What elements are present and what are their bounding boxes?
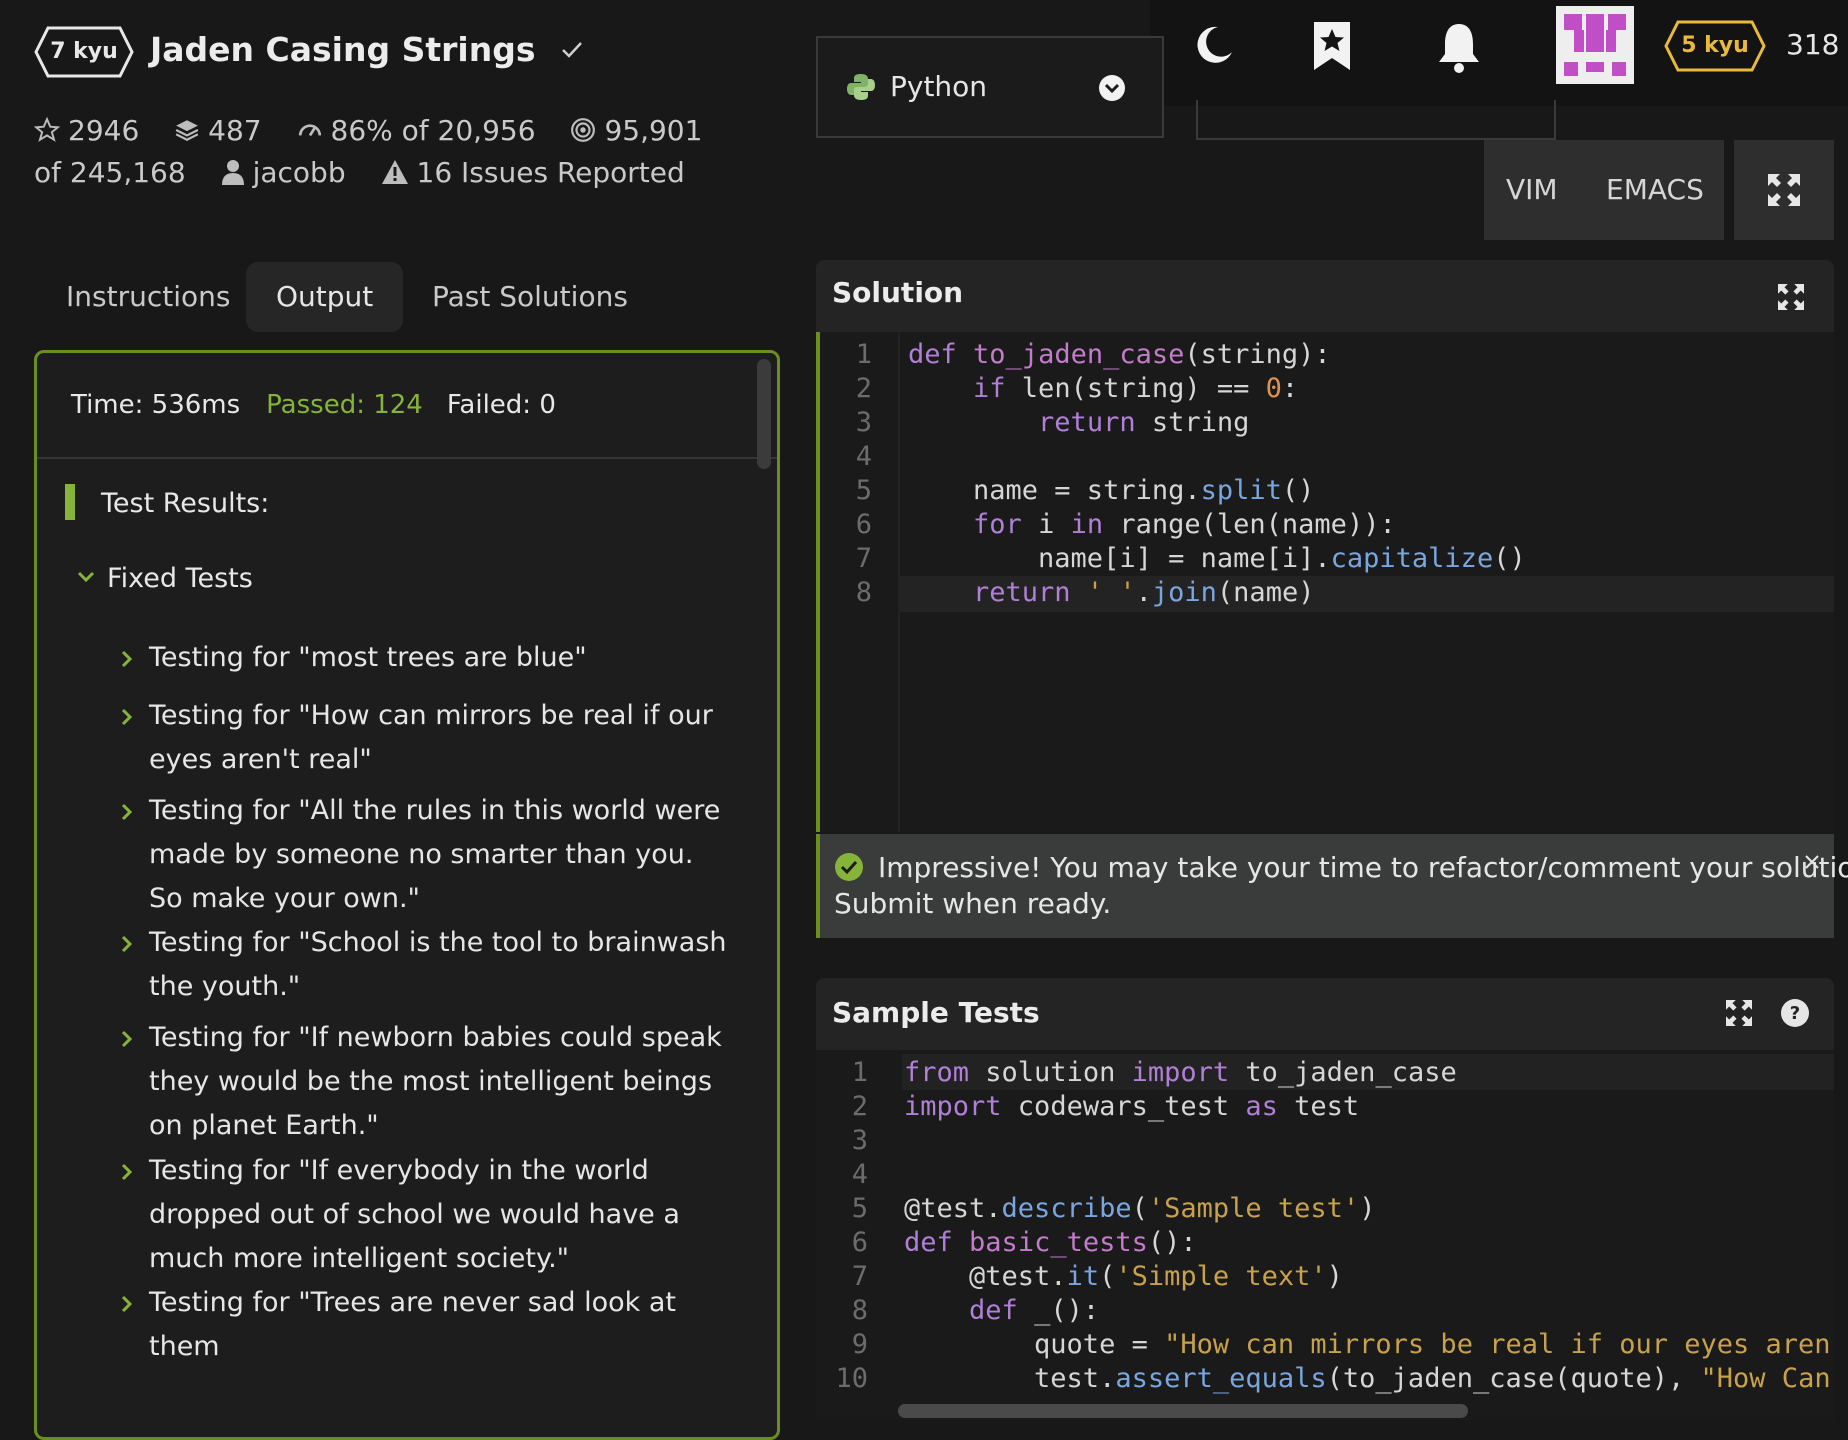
target-icon	[571, 118, 596, 142]
test-item[interactable]: Testing for "If everybody in the world d…	[121, 1149, 729, 1281]
chevron-right-icon	[121, 1030, 133, 1048]
chevron-right-icon	[121, 650, 133, 668]
time-stat: Time: 536ms	[71, 390, 241, 420]
tab-output[interactable]: Output	[246, 262, 404, 332]
user-honor: 318	[1786, 28, 1840, 61]
output-panel: Time: 536ms Passed: 124 Failed: 0 Test Res…	[34, 350, 780, 1440]
test-item[interactable]: Testing for "How can mirrors be real if …	[121, 694, 729, 782]
version-select[interactable]	[1196, 100, 1556, 140]
kata-title[interactable]: Jaden Casing Strings	[150, 30, 583, 69]
gauge-icon	[298, 124, 321, 137]
collections-stat[interactable]: 487	[174, 114, 262, 147]
solution-title: Solution	[832, 276, 964, 309]
svg-text:?: ?	[1790, 1003, 1800, 1024]
chevron-right-icon	[121, 935, 133, 953]
test-summary: Time: 536ms Passed: 124 Failed: 0	[37, 353, 777, 459]
fullscreen-button[interactable]	[1734, 140, 1834, 240]
tab-past-solutions[interactable]: Past Solutions	[402, 262, 658, 332]
failed-stat: Failed: 0	[446, 390, 556, 420]
banner-message-2: Submit when ready.	[834, 887, 1112, 920]
sample-tests-title: Sample Tests	[832, 996, 1040, 1029]
check-icon	[562, 42, 582, 58]
horizontal-scrollbar[interactable]	[898, 1404, 1468, 1418]
chevron-right-icon	[121, 1295, 133, 1313]
banner-message: Impressive! You may take your time to re…	[878, 851, 1848, 884]
emacs-button[interactable]: EMACS	[1606, 140, 1704, 240]
tab-instructions[interactable]: Instructions	[36, 262, 260, 332]
success-banner: Impressive! You may take your time to re…	[816, 834, 1848, 938]
output-scrollbar[interactable]	[757, 359, 771, 469]
chevron-right-icon	[121, 708, 133, 726]
test-results-heading: Test Results:	[64, 484, 269, 520]
test-item[interactable]: Testing for "School is the tool to brain…	[121, 921, 729, 1009]
star-icon	[34, 117, 60, 142]
check-circle-icon	[835, 853, 863, 881]
chevron-down-icon	[77, 571, 95, 583]
user-icon	[221, 160, 244, 185]
fullscreen-icon[interactable]	[1726, 1000, 1752, 1026]
sample-tests-code-viewport: from solution import to_jaden_case impor…	[904, 1050, 1834, 1404]
solution-code[interactable]: def to_jaden_case(string): if len(string…	[908, 338, 1526, 610]
close-icon[interactable]	[1804, 854, 1820, 870]
avatar[interactable]	[1556, 6, 1634, 84]
warning-icon	[381, 160, 408, 184]
moon-icon[interactable]	[1192, 24, 1234, 66]
kata-rank: 7 kyu	[50, 39, 118, 64]
chevron-down-icon	[1099, 75, 1125, 101]
chevron-right-icon	[121, 803, 133, 821]
fullscreen-icon	[1768, 174, 1800, 206]
sample-tests-code[interactable]: from solution import to_jaden_case impor…	[904, 1056, 1834, 1396]
passed-stat: Passed: 124	[266, 390, 423, 420]
satisfaction-stat: 86% of 20,956	[297, 114, 536, 147]
kata-stats: 2946 487 86% of 20,956 95,901 of 245,168…	[34, 110, 734, 194]
test-item[interactable]: Testing for "If newborn babies could spe…	[121, 1016, 729, 1148]
language-value: Python	[890, 70, 988, 103]
solution-line-numbers: 12345678	[855, 339, 872, 608]
kata-title-text: Jaden Casing Strings	[150, 30, 536, 69]
test-item[interactable]: Testing for "most trees are blue"	[121, 636, 729, 680]
test-item[interactable]: Testing for "All the rules in this world…	[121, 789, 729, 921]
fullscreen-icon[interactable]	[1778, 284, 1804, 310]
test-item[interactable]: Testing for "Trees are never sad look at…	[121, 1281, 729, 1369]
issues-link[interactable]: 16 Issues Reported	[381, 156, 685, 189]
sample-tests-line-numbers: 1 2 3 4 5 6 7 8 9 10	[835, 1057, 868, 1394]
bell-icon[interactable]	[1436, 20, 1482, 74]
fixed-tests-group[interactable]: Fixed Tests	[77, 563, 253, 594]
chevron-right-icon	[121, 1163, 133, 1181]
layers-icon	[175, 120, 199, 141]
vim-button[interactable]: VIM	[1506, 140, 1558, 240]
author-link[interactable]: jacobb	[221, 156, 346, 189]
python-icon	[847, 74, 875, 100]
solution-header	[816, 260, 1834, 332]
bookmark-star-icon[interactable]	[1312, 20, 1352, 72]
help-icon[interactable]: ?	[1780, 998, 1810, 1028]
stars-stat[interactable]: 2946	[34, 114, 139, 147]
user-rank[interactable]: 5 kyu	[1664, 20, 1766, 72]
